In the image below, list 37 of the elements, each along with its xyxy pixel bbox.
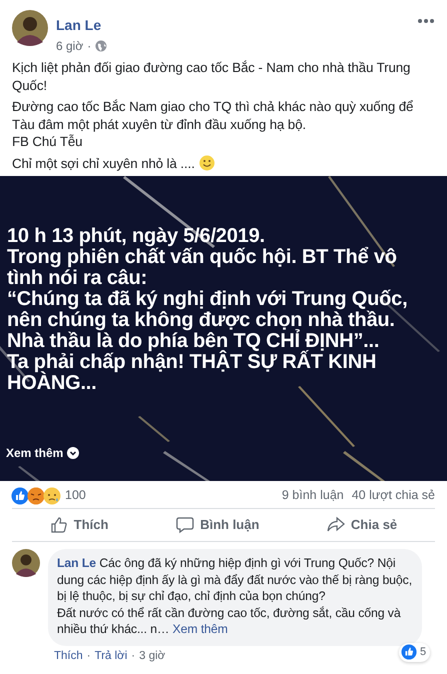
post-text: Đường cao tốc Bắc Nam giao cho TQ thì chả khác nào quỳ xuống để Tàu đâm một phát xuyên từ đỉnh đầu xuống hạ bộ. bbox=[12, 98, 414, 133]
see-more-link[interactable]: Xem thêm bbox=[172, 622, 228, 636]
separator: · bbox=[86, 648, 91, 662]
separator: · bbox=[131, 648, 136, 662]
post-text: Kịch liệt phản đối giao đường cao tốc Bắc - Nam cho nhà thầu Trung Quốc! bbox=[12, 59, 412, 94]
reply-link[interactable]: Trả lời bbox=[94, 648, 128, 662]
comment-text: Lan Le Các ông đã ký những hiệp định gì với Trung Quốc? Nội dung các hiệp định ấy là gì mà đẩy đất nước vào thế bị ràng buộc, bị lệ thuộc, bị sự chỉ đạo, chỉ định của bọn chúng? Đất nước có thể rất cần đường cao tốc, đường sắt, cầu cống và nhiều thứ khác... n… Xem thêm bbox=[57, 555, 414, 638]
post-text: FB Chú Tễu bbox=[12, 133, 84, 150]
share-arrow-icon bbox=[326, 516, 345, 534]
like-link[interactable]: Thích bbox=[54, 648, 83, 662]
sad-reaction-icon[interactable] bbox=[43, 486, 61, 504]
speech-bubble-icon bbox=[176, 516, 194, 534]
image-text: 10 h 13 phút, ngày 5/6/2019. Trong phiên chất vấn quốc hội. BT Thể vô tình nói ra câu: “Chúng ta đã ký nghị định với Trung Quốc, nên chúng ta không được chọn nhà thầu. Nhà thầu là do phía bên TQ CHỈ ĐỊNH”... Ta phải chấp nhận! THẬT SỰ RẤT KINH HOÀNG... bbox=[7, 226, 408, 394]
separator: · bbox=[87, 38, 92, 54]
reaction-count[interactable]: 100 bbox=[65, 486, 86, 505]
see-more-link[interactable]: Xem thêm bbox=[6, 444, 80, 462]
thumbs-up-icon bbox=[50, 516, 68, 534]
share-count[interactable]: 40 lượt chia sẻ bbox=[352, 486, 435, 505]
globe-icon bbox=[95, 40, 108, 52]
like-reaction-icon[interactable] bbox=[11, 486, 29, 504]
more-icon[interactable] bbox=[417, 18, 435, 24]
like-button[interactable]: Thích bbox=[40, 511, 118, 539]
reaction-badge[interactable]: 5 bbox=[398, 643, 430, 662]
commenter-name[interactable]: Lan Le bbox=[57, 556, 96, 570]
angry-reaction-icon[interactable] bbox=[27, 486, 45, 504]
comment-time[interactable]: 3 giờ bbox=[139, 648, 166, 662]
avatar[interactable] bbox=[12, 549, 40, 577]
chevron-down-icon bbox=[67, 447, 80, 459]
smiley-icon bbox=[198, 155, 215, 172]
avatar[interactable] bbox=[12, 10, 48, 46]
comment-count[interactable]: 9 bình luận bbox=[282, 486, 344, 505]
author-name[interactable]: Lan Le bbox=[56, 16, 102, 34]
like-reaction-icon bbox=[400, 644, 417, 660]
post-text: Chỉ một sợi chỉ xuyên nhỏ là .... bbox=[12, 154, 195, 172]
share-button[interactable]: Chia sẻ bbox=[316, 511, 408, 539]
comment-button[interactable]: Bình luận bbox=[166, 511, 270, 539]
post-time[interactable]: 6 giờ bbox=[56, 38, 84, 54]
